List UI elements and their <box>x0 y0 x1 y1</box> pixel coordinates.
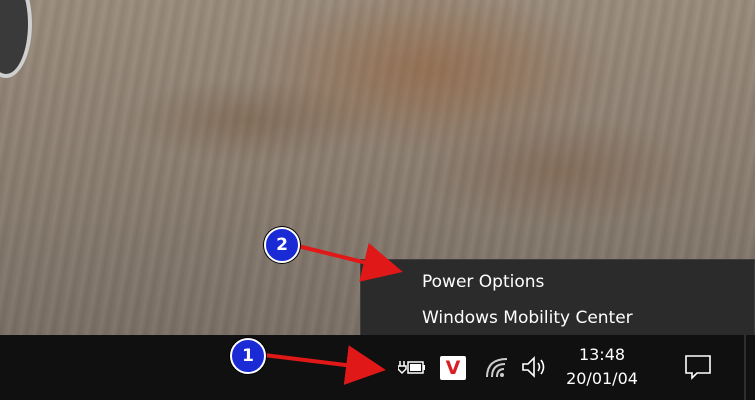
menu-item-power-options[interactable]: Power Options <box>361 264 755 300</box>
taskbar-clock[interactable]: 13:48 20/01/04 <box>560 343 644 391</box>
volume-icon[interactable] <box>521 355 551 379</box>
wifi-icon[interactable] <box>485 355 511 379</box>
clock-time: 13:48 <box>578 345 626 364</box>
wallpaper-car-wheel <box>0 0 32 78</box>
annotation-badge-2: 2 <box>264 227 300 263</box>
show-desktop-divider[interactable] <box>744 335 746 400</box>
menu-item-windows-mobility-center[interactable]: Windows Mobility Center <box>361 300 755 336</box>
action-center-icon[interactable] <box>684 353 712 381</box>
taskbar: V 13:48 20/01/04 <box>0 335 755 400</box>
battery-context-menu: Power Options Windows Mobility Center <box>360 259 755 339</box>
clock-date: 20/01/04 <box>566 369 638 388</box>
battery-icon[interactable] <box>397 357 426 377</box>
annotation-badge-1: 1 <box>230 338 266 374</box>
v-icon-letter: V <box>445 357 461 379</box>
antivirus-v-icon[interactable]: V <box>440 356 466 380</box>
